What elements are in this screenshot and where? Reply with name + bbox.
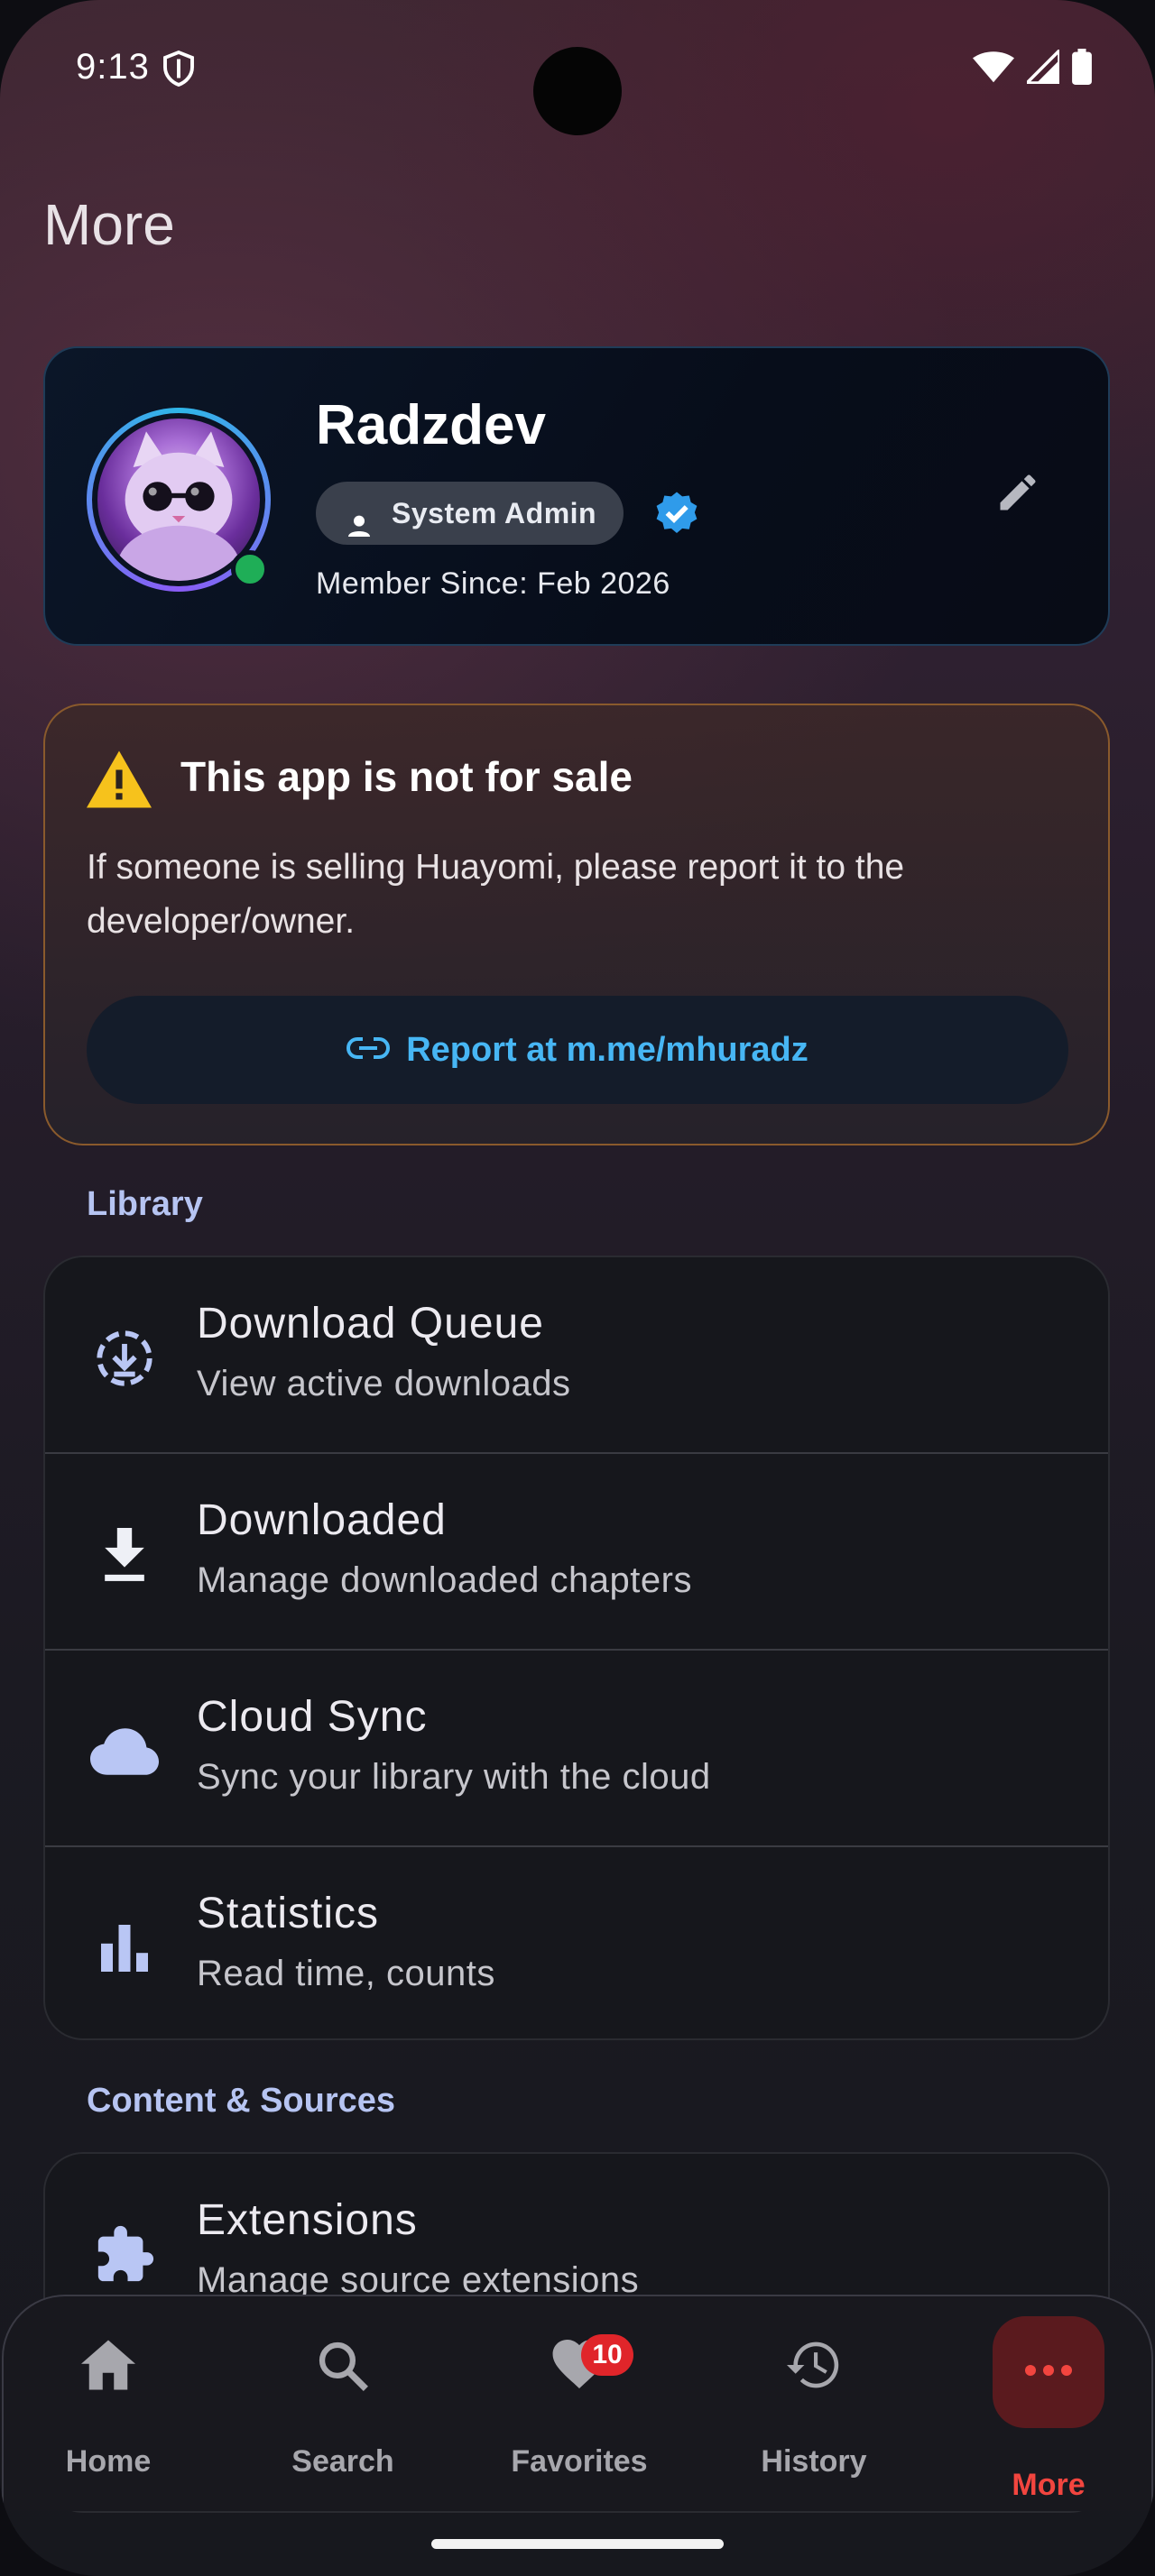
role-chip: System Admin [316, 482, 624, 545]
nav-label: Favorites [511, 2444, 648, 2479]
member-since: Member Since: Feb 2026 [316, 566, 670, 601]
edit-profile-button[interactable] [978, 455, 1058, 534]
library-list: Download Queue View active downloads Dow… [43, 1256, 1110, 2040]
puzzle-icon [87, 2217, 162, 2293]
profile-card[interactable]: Radzdev System Admin Member Since: Feb 2… [43, 346, 1110, 646]
warning-icon [87, 750, 152, 813]
nav-item-home[interactable]: Home [18, 2296, 199, 2513]
favorites-badge: 10 [581, 2334, 633, 2376]
pencil-icon [994, 469, 1041, 520]
list-item-subtitle: View active downloads [197, 1364, 571, 1403]
wifi-icon [973, 51, 1014, 87]
nav-label: More [1012, 2468, 1086, 2502]
nav-label: Home [65, 2444, 152, 2479]
warning-card: This app is not for sale If someone is s… [43, 704, 1110, 1145]
list-item-subtitle: Sync your library with the cloud [197, 1757, 711, 1797]
cloud-icon [87, 1714, 162, 1789]
download-queue-icon [87, 1320, 162, 1396]
report-label: Report at m.me/mhuradz [406, 1030, 808, 1069]
report-button[interactable]: Report at m.me/mhuradz [87, 996, 1068, 1104]
gesture-bar[interactable] [431, 2539, 724, 2549]
app-screen: 9:13 More Radzdev System Admin Member Si… [0, 0, 1155, 2576]
search-icon [317, 2340, 369, 2397]
warning-body: If someone is selling Huayomi, please re… [87, 848, 905, 941]
bottom-navigation: Home Search 10 Favorites History More [2, 2295, 1153, 2511]
more-icon [1025, 2364, 1072, 2381]
download-icon [87, 1517, 162, 1593]
history-icon [787, 2340, 841, 2395]
link-icon [346, 1031, 391, 1070]
section-label-content-sources: Content & Sources [87, 2082, 396, 2120]
camera-cutout [533, 47, 622, 135]
list-item-statistics[interactable]: Statistics Read time, counts [45, 1847, 1108, 2038]
status-time: 9:13 [76, 47, 150, 87]
list-item-download-queue[interactable]: Download Queue View active downloads [45, 1257, 1108, 1454]
list-item-title: Downloaded [197, 1496, 447, 1544]
list-item-cloud-sync[interactable]: Cloud Sync Sync your library with the cl… [45, 1651, 1108, 1847]
nav-label: Search [291, 2444, 394, 2479]
list-item-title: Download Queue [197, 1300, 544, 1348]
warning-title: This app is not for sale [180, 753, 633, 800]
nav-item-search[interactable]: Search [253, 2296, 433, 2513]
verified-icon [651, 489, 702, 544]
list-item-title: Statistics [197, 1890, 380, 1937]
person-icon [345, 499, 374, 562]
home-icon [81, 2340, 135, 2395]
page-title: More [43, 192, 175, 257]
list-item-downloaded[interactable]: Downloaded Manage downloaded chapters [45, 1454, 1108, 1651]
signal-icon [1022, 46, 1061, 88]
battery-icon [1072, 49, 1092, 89]
nav-item-favorites[interactable]: 10 Favorites [489, 2296, 670, 2513]
list-item-subtitle: Read time, counts [197, 1954, 495, 1993]
bar-chart-icon [87, 1910, 162, 1986]
nav-item-more[interactable]: More [958, 2296, 1139, 2513]
online-status-dot [231, 550, 269, 588]
profile-name: Radzdev [316, 394, 546, 456]
more-active-indicator [993, 2316, 1104, 2428]
list-item-title: Extensions [197, 2196, 418, 2244]
list-item-title: Cloud Sync [197, 1693, 428, 1741]
nav-item-history[interactable]: History [724, 2296, 904, 2513]
status-icons [973, 46, 1092, 89]
role-label: System Admin [392, 497, 597, 529]
shield-icon [162, 50, 195, 91]
section-label-library: Library [87, 1185, 203, 1223]
nav-label: History [761, 2444, 867, 2479]
list-item-subtitle: Manage downloaded chapters [197, 1560, 692, 1600]
